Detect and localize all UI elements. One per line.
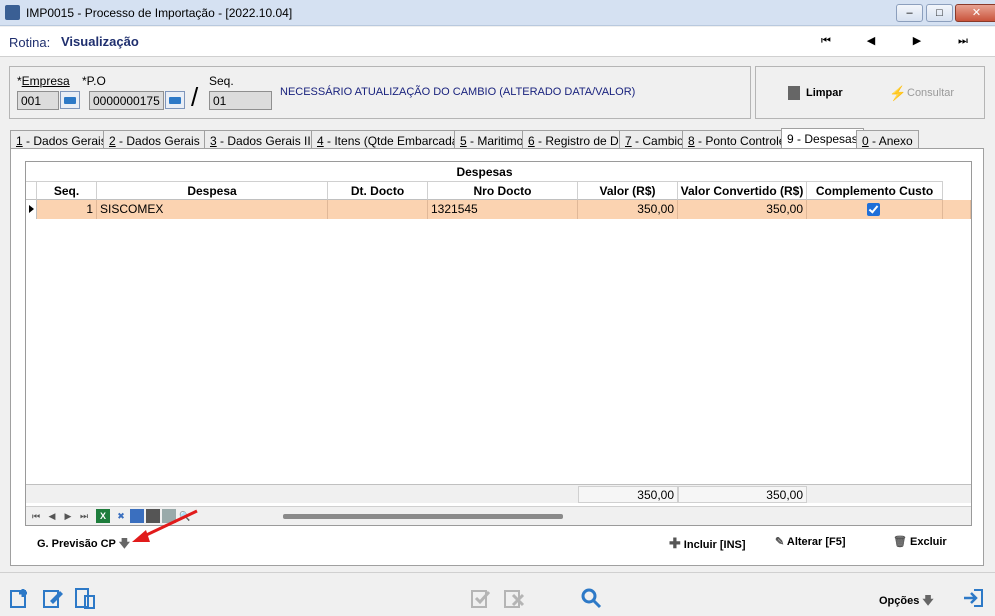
window-titlebar: IMP0015 - Processo de Importação - [2022… [0, 0, 995, 26]
cell-nro-docto[interactable]: 1321545 [428, 200, 578, 219]
minimize-button[interactable]: – [896, 4, 923, 22]
col-dt-docto[interactable]: Dt. Docto [328, 182, 428, 200]
separator-slash: / [191, 82, 199, 112]
grid-totals-row: 350,00 350,00 [26, 484, 971, 503]
status-message: NECESSÁRIO ATUALIZAÇÃO DO CAMBIO (ALTERA… [280, 86, 636, 98]
next-record-icon[interactable]: ▶ [910, 34, 924, 48]
exit-icon[interactable] [962, 587, 984, 609]
window-title: IMP0015 - Processo de Importação - [2022… [26, 6, 293, 20]
incluir-button[interactable]: ✚ Incluir [INS] [669, 535, 746, 552]
po-label: *P.O [82, 74, 106, 88]
empresa-label-text: Empresa [21, 74, 70, 88]
empresa-label: *Empresa [17, 74, 70, 88]
trash-icon: 🗑 [893, 536, 907, 548]
lightning-icon: ⚡ [889, 85, 907, 101]
grid-last-icon[interactable]: ⏭ [77, 509, 91, 523]
opcoes-arrow-icon: 🡇 [922, 595, 934, 607]
cancel-icon[interactable] [503, 587, 525, 609]
despesas-grid: Despesas Seq. Despesa Dt. Docto Nro Doct… [25, 161, 972, 526]
opcoes-button[interactable]: Opções 🡇 [879, 592, 934, 611]
close-button[interactable]: ✕ [955, 4, 995, 22]
app-icon [5, 5, 20, 20]
col-seq[interactable]: Seq. [37, 182, 97, 200]
clear-icon [788, 86, 800, 100]
grid-next-icon[interactable]: ▶ [61, 509, 75, 523]
cell-valor[interactable]: 350,00 [578, 200, 678, 219]
new-record-icon[interactable] [9, 587, 31, 609]
total-valor-convertido: 350,00 [678, 486, 807, 503]
plus-icon: ✚ [669, 535, 681, 551]
cell-valor-convertido[interactable]: 350,00 [678, 200, 807, 219]
consultar-button[interactable]: Consultar [907, 87, 954, 99]
cell-dt-docto[interactable] [328, 200, 428, 219]
search-icon[interactable] [580, 587, 602, 609]
horizontal-scrollbar[interactable] [283, 514, 563, 519]
first-record-icon[interactable]: ⏮ [819, 34, 833, 48]
total-valor: 350,00 [578, 486, 678, 503]
prev-record-icon[interactable]: ◀ [864, 34, 878, 48]
table-row[interactable]: 1 SISCOMEX 1321545 350,00 350,00 [26, 200, 971, 219]
cell-filler [943, 200, 971, 219]
po-field[interactable]: 0000000175 [89, 91, 164, 110]
seq-label: Seq. [209, 74, 234, 88]
col-valor[interactable]: Valor (R$) [578, 182, 678, 200]
excluir-button[interactable]: 🗑 Excluir [893, 535, 947, 548]
bottom-toolbar: Opções 🡇 [0, 572, 995, 616]
limpar-button[interactable]: Limpar [806, 87, 843, 99]
grid-prev-icon[interactable]: ◀ [45, 509, 59, 523]
despesas-tab-panel: Despesas Seq. Despesa Dt. Docto Nro Doct… [10, 148, 984, 566]
rotina-label: Rotina: [9, 35, 51, 50]
grid-band-title: Despesas [26, 162, 943, 182]
col-despesa[interactable]: Despesa [97, 182, 328, 200]
grid-first-icon[interactable]: ⏮ [29, 509, 43, 523]
po-lookup-icon[interactable] [165, 91, 185, 109]
g-previsao-button[interactable]: G. Previsão CP 🡇 [37, 535, 130, 554]
empresa-field[interactable]: 001 [17, 91, 59, 110]
seq-field[interactable]: 01 [209, 91, 272, 110]
empresa-lookup-icon[interactable] [60, 91, 80, 109]
maximize-button[interactable]: □ [926, 4, 953, 22]
delete-record-icon[interactable] [74, 587, 96, 609]
col-nro-docto[interactable]: Nro Docto [428, 182, 578, 200]
tools-icon[interactable]: ✖ [114, 509, 128, 523]
grid-indicator-header [26, 182, 37, 200]
rotina-value: Visualização [61, 34, 139, 49]
cell-seq[interactable]: 1 [37, 200, 97, 219]
col-valor-convertido[interactable]: Valor Convertido (R$) [678, 182, 807, 200]
alterar-button[interactable]: ✎ Alterar [F5] [775, 535, 846, 548]
col-complemento-custo[interactable]: Complemento Custo [807, 182, 943, 200]
last-record-icon[interactable]: ⏭ [956, 34, 970, 48]
cell-despesa[interactable]: SISCOMEX [97, 200, 328, 219]
pencil-icon: ✎ [775, 536, 785, 548]
rotina-bar: Rotina: Visualização ⏮ ◀ ▶ ⏭ [0, 27, 995, 57]
edit-record-icon[interactable] [42, 587, 64, 609]
excel-icon[interactable]: X [96, 509, 110, 523]
dropdown-arrow-icon: 🡇 [118, 538, 131, 550]
complemento-custo-checkbox[interactable] [867, 203, 880, 216]
confirm-icon[interactable] [470, 587, 492, 609]
po-label-text: P.O [86, 74, 106, 88]
annotation-arrow-icon [132, 509, 198, 542]
